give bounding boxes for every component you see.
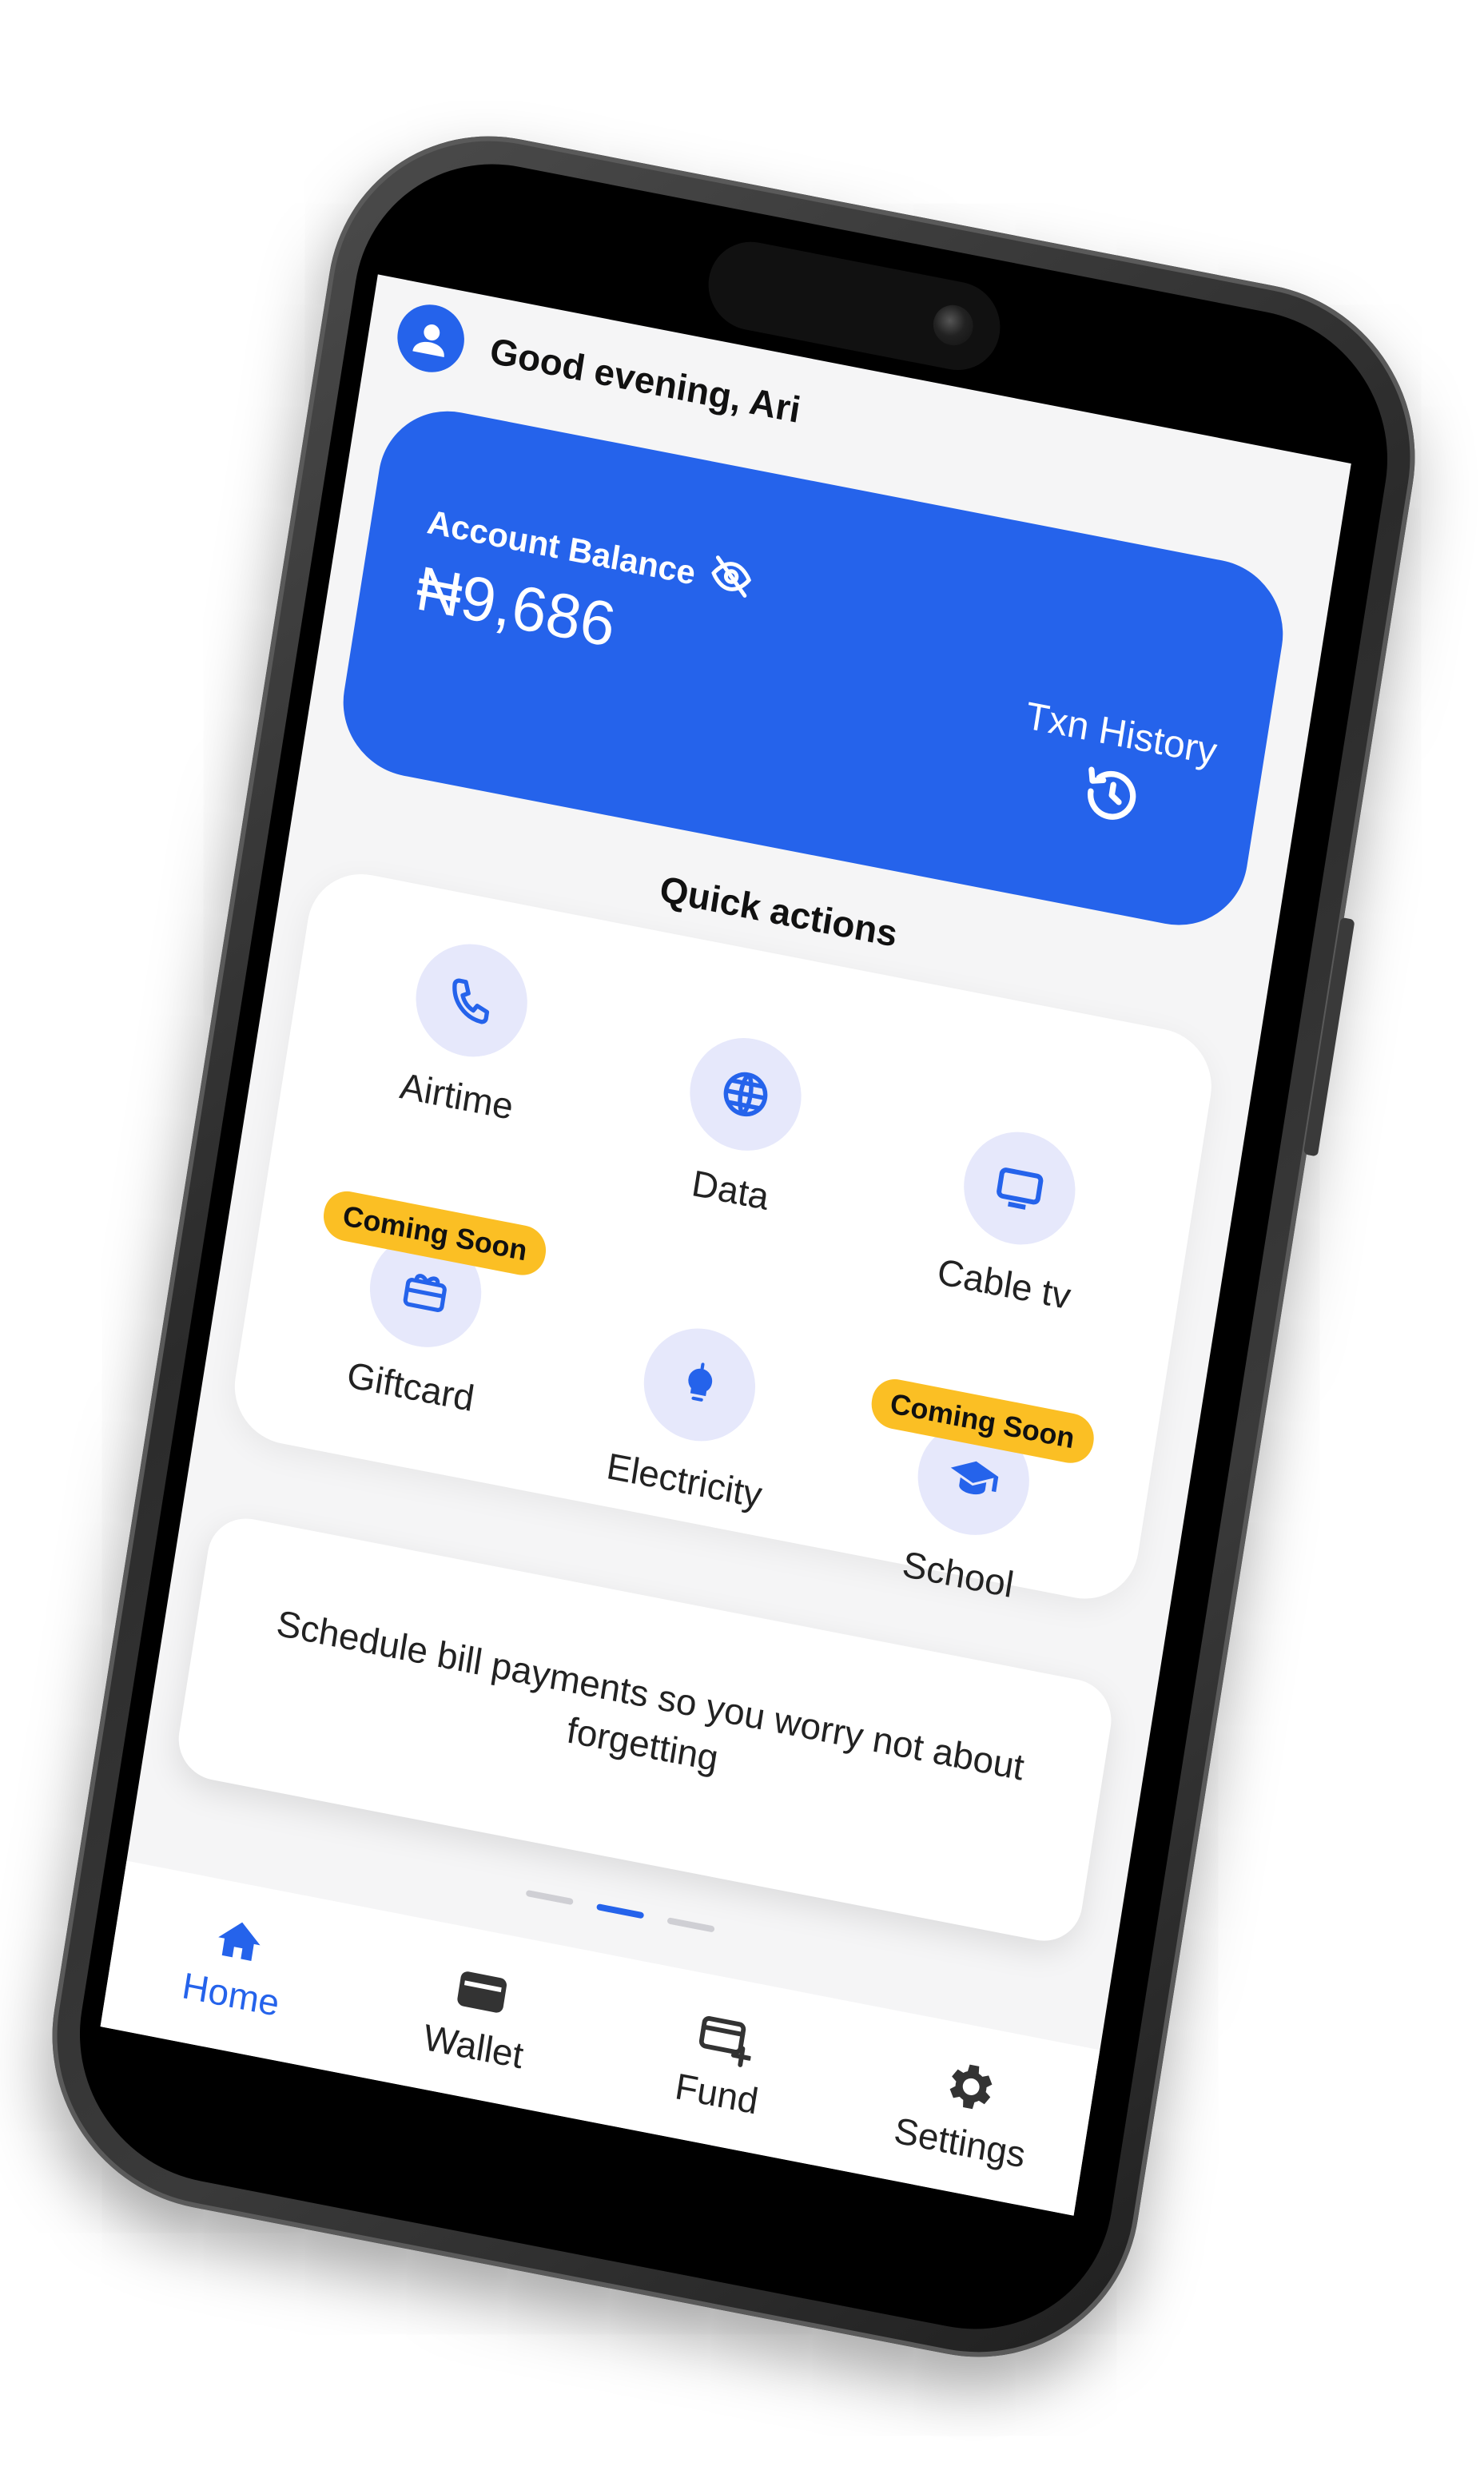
nav-label: Fund <box>672 2065 762 2122</box>
icon-circle <box>955 1122 1084 1255</box>
quick-action-data[interactable]: Data <box>581 1012 894 1278</box>
graduation-cap-icon <box>950 1461 998 1495</box>
quick-action-label: Airtime <box>397 1064 516 1128</box>
nav-fund[interactable]: Fund <box>635 1995 809 2130</box>
txn-history-button[interactable]: Txn History <box>1011 694 1220 849</box>
quick-action-giftcard[interactable]: Coming Soon Giftcard <box>255 1187 575 1513</box>
nav-home[interactable]: Home <box>149 1901 321 2031</box>
quick-action-label: Giftcard <box>344 1353 478 1420</box>
fund-icon <box>698 2016 752 2067</box>
quick-action-label: School <box>899 1542 1017 1606</box>
nav-settings[interactable]: Settings <box>878 2042 1052 2179</box>
phone-icon <box>452 978 490 1024</box>
icon-circle <box>635 1319 764 1451</box>
carousel-dot[interactable] <box>525 1889 574 1906</box>
carousel-dot[interactable] <box>666 1917 715 1933</box>
quick-action-cable-tv[interactable]: Cable tv <box>861 1106 1168 1332</box>
nav-label: Wallet <box>420 2015 527 2077</box>
globe-icon <box>723 1072 768 1117</box>
user-icon <box>412 324 444 358</box>
icon-circle <box>682 1028 810 1160</box>
camera-lens <box>930 301 977 349</box>
quick-action-electricity[interactable]: Electricity <box>535 1303 848 1569</box>
gift-card-icon <box>404 1274 448 1313</box>
quick-action-airtime[interactable]: Airtime <box>301 918 621 1223</box>
nav-wallet[interactable]: Wallet <box>392 1948 565 2083</box>
stage: Good evening, Ari Account Balance ₦9,686 <box>0 0 1484 2474</box>
home-icon <box>218 1922 261 1961</box>
quick-actions-grid: Airtime Data Cable tv Coming Soon Giftca… <box>255 918 1180 1623</box>
avatar[interactable] <box>392 298 469 378</box>
nav-label: Home <box>179 1964 283 2024</box>
phone-mockup: Good evening, Ari Account Balance ₦9,686 <box>28 107 1439 2386</box>
icon-circle <box>408 934 536 1067</box>
eye-off-icon[interactable] <box>706 551 756 611</box>
gear-icon <box>949 2064 993 2110</box>
quick-action-label: Cable tv <box>934 1250 1074 1318</box>
carousel-dot-active[interactable] <box>596 1903 645 1919</box>
nav-label: Settings <box>891 2109 1028 2176</box>
quick-action-label: Electricity <box>603 1444 766 1516</box>
bulb-icon <box>688 1362 713 1402</box>
quick-action-school[interactable]: Coming Soon School <box>815 1374 1122 1622</box>
wallet-icon <box>457 1971 507 2013</box>
quick-action-label: Data <box>689 1162 772 1218</box>
tv-icon <box>996 1167 1044 1210</box>
promo-text: Schedule bill payments so you worry not … <box>273 1601 1028 1788</box>
